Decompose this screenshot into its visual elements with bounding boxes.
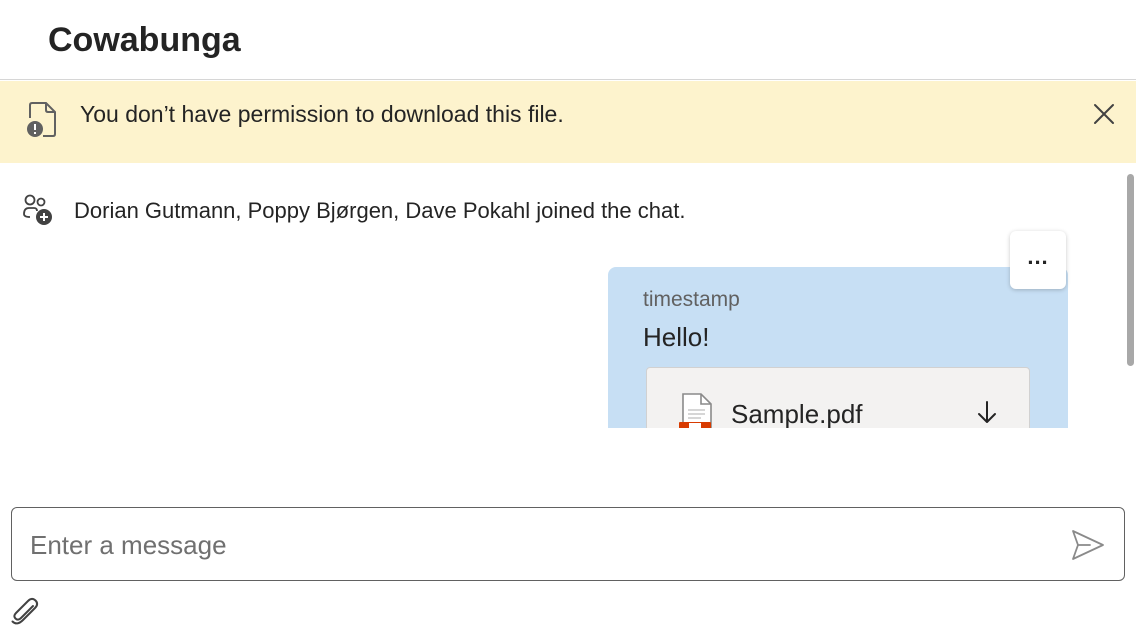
message-thread[interactable]: Dorian Gutmann, Poppy Bjørgen, Dave Poka…: [0, 163, 1136, 428]
message-timestamp: timestamp: [643, 288, 740, 311]
more-options-label: ...: [1027, 244, 1049, 269]
send-icon[interactable]: [1070, 527, 1106, 563]
chat-window: Cowabunga You don’t have permission to d…: [0, 0, 1136, 640]
chat-header: Cowabunga: [0, 0, 1136, 80]
message-bubble[interactable]: timestamp Hello! Sample.pdf: [608, 267, 1068, 428]
system-message-text: Dorian Gutmann, Poppy Bjørgen, Dave Poka…: [74, 198, 686, 223]
paperclip-icon[interactable]: [9, 596, 41, 628]
permission-warning-banner: You don’t have permission to download th…: [0, 81, 1136, 163]
attachment-file-name[interactable]: Sample.pdf: [731, 398, 863, 428]
close-icon[interactable]: [1090, 100, 1118, 128]
chat-title: Cowabunga: [48, 21, 241, 59]
more-options-button[interactable]: ...: [1010, 231, 1066, 289]
banner-message: You don’t have permission to download th…: [80, 101, 564, 127]
document-warning-icon: [24, 100, 60, 140]
message-composer: [11, 507, 1125, 581]
message-input[interactable]: [28, 524, 1032, 566]
pdf-file-icon: [677, 392, 717, 428]
file-attachment-card[interactable]: Sample.pdf: [646, 367, 1030, 428]
scrollbar-thumb[interactable]: [1127, 174, 1134, 366]
message-text: Hello!: [643, 322, 710, 352]
people-add-icon: [22, 193, 54, 227]
arrow-down-icon[interactable]: [973, 398, 1001, 428]
